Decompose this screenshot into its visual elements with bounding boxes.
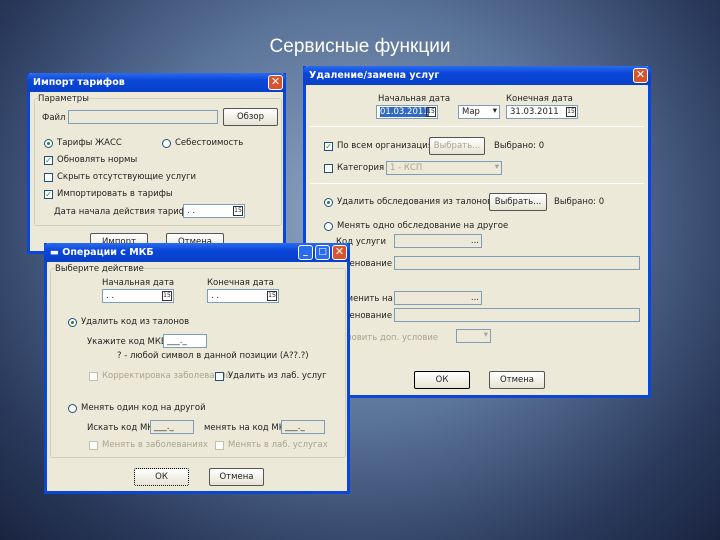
radio-tariffs[interactable]: [44, 139, 53, 148]
title-bar: Импорт тарифов ✕: [27, 73, 286, 92]
checkbox-label: Менять в заболеваниях: [102, 440, 208, 450]
checkbox-remove-lab[interactable]: [215, 372, 224, 381]
group-label: Выберите действие: [55, 264, 144, 274]
checkbox-correct-diseases[interactable]: [89, 372, 98, 381]
ok-button[interactable]: ОК: [134, 468, 189, 486]
browse-icon[interactable]: ...: [471, 293, 479, 303]
checkbox-all-orgs[interactable]: ✓: [324, 142, 333, 151]
divider: [310, 126, 644, 127]
checkbox-replace-diseases[interactable]: [89, 441, 98, 450]
checkbox-label: Менять в лаб. услугах: [228, 440, 328, 450]
radio-label: Удалить обследования из талонов: [337, 197, 493, 207]
calendar-icon[interactable]: 15: [162, 291, 172, 301]
checkbox-category[interactable]: [324, 164, 333, 173]
dialog-title: Удаление/замена услуг: [309, 70, 440, 81]
import-tariffs-dialog: Импорт тарифов ✕ Параметры Файл Обзор Тар…: [27, 73, 286, 254]
mkb-operations-dialog: ▬ Операции с МКБ _ □ ✕ Выберите действие Н…: [44, 243, 350, 494]
extra-condition-select[interactable]: ▾: [456, 329, 491, 343]
radio-label: Менять один код на другой: [81, 403, 206, 413]
delete-replace-services-dialog: Удаление/замена услуг ✕ Начальная дата 01…: [303, 66, 651, 398]
checkbox-label: Категория: [337, 163, 385, 173]
calendar-icon[interactable]: 15: [233, 206, 243, 216]
file-label: Файл: [42, 113, 66, 123]
close-icon[interactable]: ✕: [332, 245, 347, 260]
to-code-input[interactable]: ___._: [281, 420, 325, 434]
find-code-input[interactable]: ___._: [150, 420, 194, 434]
calendar-icon[interactable]: 15: [267, 291, 277, 301]
choose-orgs-button[interactable]: Выбрать...: [429, 137, 485, 155]
end-date-input[interactable]: 31.03.2011 15: [506, 105, 578, 119]
chevron-down-icon[interactable]: ▾: [484, 330, 488, 340]
radio-replace[interactable]: [324, 222, 333, 231]
calendar-icon[interactable]: 15: [426, 107, 436, 117]
chevron-down-icon[interactable]: ▾: [493, 106, 497, 116]
chosen-count: Выбрано: 0: [494, 141, 545, 151]
group-label: Параметры: [38, 94, 89, 104]
radio-cost[interactable]: [162, 139, 171, 148]
close-icon[interactable]: ✕: [268, 75, 283, 90]
file-input[interactable]: [68, 110, 218, 124]
checkbox-label: По всем организациям: [337, 141, 440, 151]
month-select[interactable]: Мар ▾: [458, 105, 500, 119]
app-icon: ▬: [50, 247, 63, 258]
start-date-label: Начальная дата: [102, 278, 175, 288]
radio-label: Менять одно обследование на другое: [337, 221, 509, 231]
replace-code-input[interactable]: ...: [394, 291, 482, 305]
start-date-label: Начальная дата: [378, 94, 451, 104]
radio-remove-code[interactable]: [68, 318, 77, 327]
radio-replace-code[interactable]: [68, 404, 77, 413]
radio-remove[interactable]: [324, 198, 333, 207]
to-code-label: менять на код МКБ: [204, 423, 291, 433]
code-input[interactable]: ...: [394, 234, 482, 248]
dialog-title: Операции с МКБ: [62, 247, 154, 258]
end-date-label: Конечная дата: [506, 94, 573, 104]
browse-button[interactable]: Обзор: [223, 108, 278, 126]
radio-tariffs-label: Тарифы ЖАСС: [57, 138, 122, 148]
mkb-code-input[interactable]: ___._: [163, 334, 207, 348]
checkbox-label: Корректировка заболеваний: [102, 371, 232, 381]
checkbox-hide-missing[interactable]: [44, 173, 53, 182]
end-date-label: Конечная дата: [207, 278, 274, 288]
category-select[interactable]: 1 - КСП ▾: [386, 161, 502, 175]
checkbox-label: Обновлять нормы: [57, 155, 138, 165]
checkbox-update-norms[interactable]: ✓: [44, 156, 53, 165]
maximize-icon[interactable]: □: [315, 245, 330, 260]
radio-cost-label: Себестоимость: [175, 138, 244, 148]
choose-services-button[interactable]: Выбрать...: [489, 193, 547, 211]
checkbox-label: Импортировать в тарифы: [57, 189, 173, 199]
dialog-title: Импорт тарифов: [33, 77, 125, 88]
start-date-input[interactable]: 01.03.2011 15: [376, 105, 438, 119]
date-input[interactable]: . . 15: [183, 204, 245, 218]
slide-title: Сервисные функции: [269, 36, 451, 57]
hint-text: ? - любой символ в данной позиции (А??.?…: [117, 351, 309, 361]
find-code-label: Искать код МКБ: [87, 423, 160, 433]
chevron-down-icon[interactable]: ▾: [495, 162, 499, 172]
cancel-button[interactable]: Отмена: [209, 468, 264, 486]
minimize-icon[interactable]: _: [298, 245, 313, 260]
browse-icon[interactable]: ...: [471, 236, 479, 246]
radio-label: Удалить код из талонов: [81, 317, 190, 327]
ok-button[interactable]: ОК: [414, 371, 470, 389]
title-bar: ▬ Операции с МКБ _ □ ✕: [44, 243, 350, 262]
checkbox-import-tariffs[interactable]: ✓: [44, 190, 53, 199]
checkbox-label: Удалить из лаб. услуг: [228, 371, 327, 381]
end-date-input[interactable]: . . 15: [207, 289, 279, 303]
start-date-input[interactable]: . . 15: [102, 289, 174, 303]
divider: [310, 183, 644, 184]
code-label: Укажите код МКБ: [87, 337, 167, 347]
checkbox-replace-lab[interactable]: [215, 441, 224, 450]
close-icon[interactable]: ✕: [633, 68, 648, 83]
replace-name-input: [394, 308, 640, 322]
cancel-button[interactable]: Отмена: [489, 371, 545, 389]
chosen-count: Выбрано: 0: [554, 197, 605, 207]
calendar-icon[interactable]: 15: [566, 107, 576, 117]
checkbox-label: Скрыть отсутствующие услуги: [57, 172, 197, 182]
title-bar: Удаление/замена услуг ✕: [303, 66, 651, 85]
date-label: Дата начала действия тарифов: [54, 207, 197, 217]
name-input: [394, 256, 640, 270]
